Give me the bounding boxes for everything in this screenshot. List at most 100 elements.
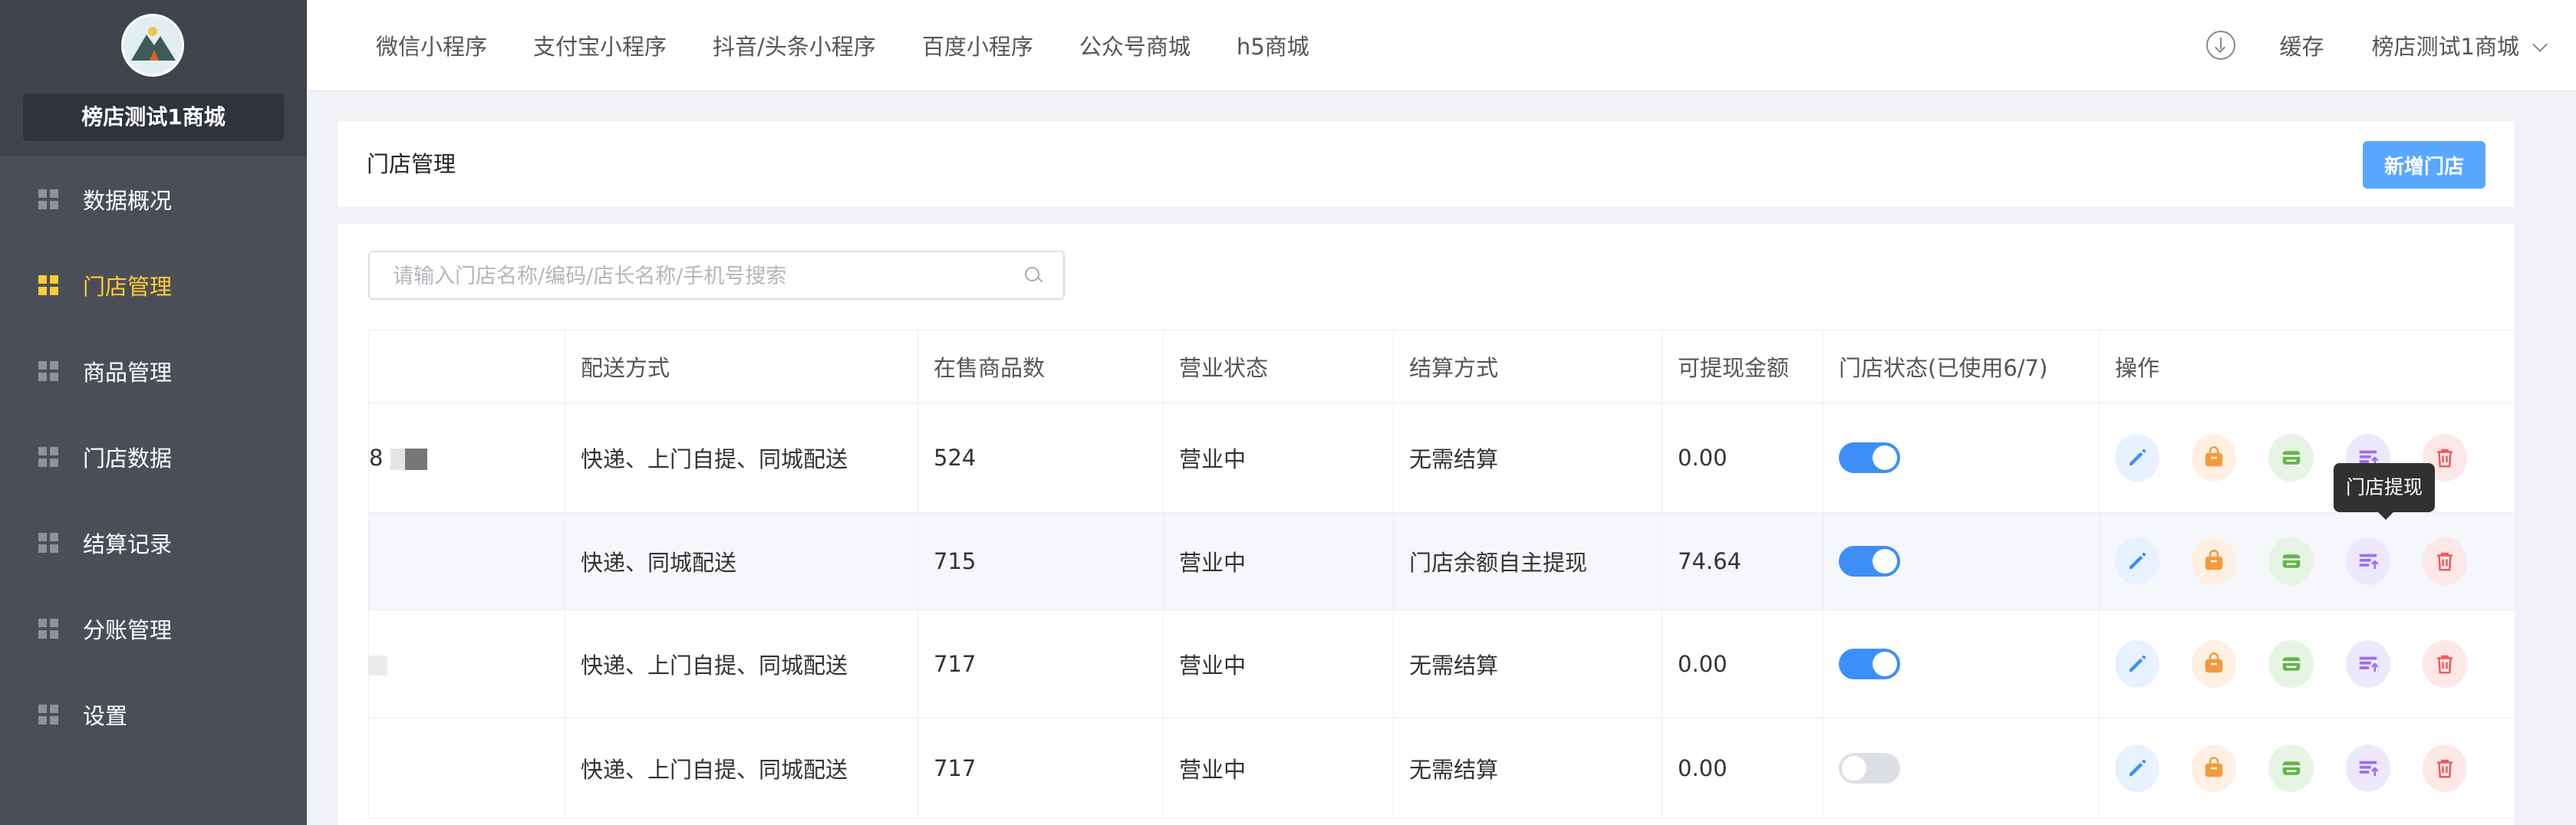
store-status-toggle[interactable]: [1839, 546, 1900, 577]
tab-douyin-miniprogram[interactable]: 抖音/头条小程序: [713, 29, 876, 61]
add-store-button[interactable]: 新增门店: [2363, 141, 2485, 189]
card-icon: [2282, 761, 2300, 775]
store-account-button[interactable]: [2268, 744, 2314, 792]
delete-button[interactable]: [2422, 537, 2468, 585]
store-status-cell: [1823, 610, 2100, 718]
business-status-cell: 营业中: [1163, 403, 1394, 513]
trash-icon: [2436, 449, 2452, 468]
store-goods-button[interactable]: [2192, 434, 2237, 482]
sidebar-item-store-data[interactable]: 门店数据: [0, 414, 307, 500]
tab-official-account-mall[interactable]: 公众号商城: [1079, 29, 1191, 61]
pencil-icon: [2130, 759, 2146, 776]
store-account-button[interactable]: [2268, 640, 2314, 688]
store-account-button[interactable]: [2268, 434, 2314, 482]
delivery-cell: 快递、同城配送: [565, 512, 918, 610]
store-name-cell: [368, 610, 565, 718]
sidebar-item-label: 数据概况: [83, 188, 173, 214]
store-withdraw-button[interactable]: [2345, 537, 2390, 585]
bag-icon: [2205, 652, 2223, 673]
column-header: [368, 330, 565, 403]
table-row: 8 快递、上门自提、同城配送 524 营业中 无需结算 0.00: [368, 403, 2515, 513]
settlement-cell: 门店余额自主提现: [1393, 512, 1662, 610]
tab-baidu-miniprogram[interactable]: 百度小程序: [922, 29, 1033, 61]
store-status-toggle[interactable]: [1839, 442, 1900, 473]
search-box: [368, 251, 1065, 300]
store-goods-button[interactable]: [2192, 537, 2237, 585]
trash-icon: [2436, 655, 2452, 674]
column-header: 配送方式: [565, 330, 918, 403]
page-header: 门店管理 新增门店: [338, 121, 2515, 207]
edit-button[interactable]: [2115, 744, 2160, 792]
sidebar-item-overview[interactable]: 数据概况: [0, 156, 307, 242]
actions-cell: [2099, 610, 2515, 718]
business-status-cell: 营业中: [1163, 610, 1394, 718]
search-icon[interactable]: [1025, 267, 1042, 284]
column-header: 门店状态(已使用6/7): [1823, 330, 2100, 403]
sidebar-item-settings[interactable]: 设置: [0, 672, 307, 758]
sidebar-item-label: 商品管理: [83, 360, 173, 386]
delivery-cell: 快递、上门自提、同城配送: [565, 403, 918, 513]
edit-button[interactable]: [2115, 640, 2160, 688]
grid-icon: [38, 447, 58, 467]
tab-wechat-miniprogram[interactable]: 微信小程序: [376, 29, 487, 61]
store-name-fragment: 8: [369, 445, 384, 471]
store-name-cell: [368, 512, 565, 610]
products-cell: 524: [917, 403, 1164, 513]
trash-icon: [2436, 759, 2452, 778]
column-header: 操作: [2099, 330, 2515, 403]
settlement-cell: 无需结算: [1393, 403, 1662, 513]
products-cell: 715: [917, 512, 1164, 610]
sidebar-item-split-management[interactable]: 分账管理: [0, 586, 307, 672]
table-row: 快递、同城配送 715 营业中 门店余额自主提现 74.64: [368, 512, 2515, 610]
download-icon[interactable]: [2205, 31, 2235, 60]
tab-alipay-miniprogram[interactable]: 支付宝小程序: [533, 29, 667, 61]
withdraw-icon: [2359, 656, 2379, 672]
store-status-toggle[interactable]: [1839, 649, 1900, 679]
store-status-cell: [1823, 403, 2100, 513]
platform-tabs: 微信小程序 支付宝小程序 抖音/头条小程序 百度小程序 公众号商城 h5商城: [376, 0, 1356, 90]
search-input[interactable]: [391, 258, 1008, 294]
delete-button[interactable]: [2422, 744, 2468, 792]
store-account-button[interactable]: [2268, 537, 2314, 585]
delivery-cell: 快递、上门自提、同城配送: [565, 610, 918, 718]
store-withdraw-button[interactable]: [2345, 744, 2390, 792]
table-row: 快递、上门自提、同城配送 717 营业中 无需结算 0.00: [368, 610, 2515, 718]
account-menu[interactable]: 榜店测试1商城: [2371, 29, 2548, 61]
withdraw-tooltip: 门店提现: [2334, 463, 2435, 520]
account-label: 榜店测试1商城: [2371, 34, 2519, 60]
trash-icon: [2436, 552, 2452, 571]
brand: 榜店测试1商城: [0, 0, 307, 156]
store-status-toggle[interactable]: [1839, 753, 1900, 784]
edit-button[interactable]: [2115, 537, 2160, 585]
column-header: 在售商品数: [917, 330, 1164, 403]
shop-name[interactable]: 榜店测试1商城: [23, 94, 284, 141]
sidebar-item-products[interactable]: 商品管理: [0, 328, 307, 414]
grid-icon: [38, 705, 58, 725]
column-header: 可提现金额: [1662, 330, 1823, 403]
store-name-cell: 8: [368, 403, 565, 513]
store-table: 配送方式 在售商品数 营业状态 结算方式 可提现金额 门店状态(已使用6/7) …: [368, 330, 2515, 819]
cache-button[interactable]: 缓存: [2280, 29, 2324, 61]
sidebar-item-store-management[interactable]: 门店管理: [0, 242, 307, 328]
store-name-cell: [368, 718, 565, 819]
store-goods-button[interactable]: [2192, 744, 2237, 792]
redacted-block: [390, 449, 427, 470]
products-cell: 717: [917, 610, 1164, 718]
tab-h5-mall[interactable]: h5商城: [1237, 29, 1309, 61]
sidebar-item-settlement-records[interactable]: 结算记录: [0, 500, 307, 586]
store-goods-button[interactable]: [2192, 640, 2237, 688]
bag-icon: [2205, 757, 2223, 777]
card-icon: [2282, 451, 2300, 465]
chevron-down-icon: [2532, 37, 2548, 52]
delete-button[interactable]: [2422, 640, 2468, 688]
store-withdraw-button[interactable]: [2345, 640, 2390, 688]
column-header: 结算方式: [1393, 330, 1662, 403]
amount-cell: 0.00: [1662, 718, 1823, 819]
edit-button[interactable]: [2115, 434, 2160, 482]
actions-cell: [2099, 718, 2515, 819]
shop-logo: [121, 14, 184, 77]
actions-cell: [2099, 512, 2515, 610]
business-status-cell: 营业中: [1163, 718, 1394, 819]
sidebar-item-label: 门店管理: [83, 274, 173, 300]
page-title: 门店管理: [367, 151, 456, 177]
